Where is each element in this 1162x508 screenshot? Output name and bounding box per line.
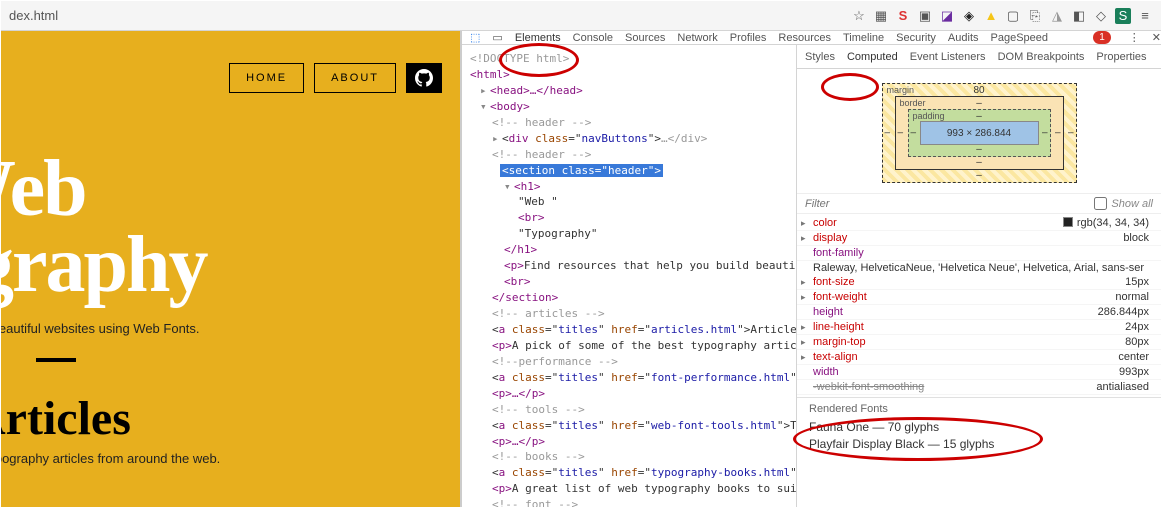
ext-icon[interactable]: ◮ <box>1049 8 1065 24</box>
margin-label: margin <box>887 85 915 95</box>
ext-icon[interactable]: ▣ <box>917 8 933 24</box>
tab-console[interactable]: Console <box>573 32 613 44</box>
star-icon[interactable]: ☆ <box>851 8 867 24</box>
tab-audits[interactable]: Audits <box>948 32 979 44</box>
hero-tagline: you build beautiful websites using Web F… <box>1 321 207 336</box>
devtools-tabbar: ⬚ ▭ Elements Console Sources Network Pro… <box>462 31 1161 45</box>
tab-sources[interactable]: Sources <box>625 32 665 44</box>
property-row[interactable]: font-family <box>797 246 1161 261</box>
ext-icon[interactable]: ▢ <box>1005 8 1021 24</box>
content-size: 993 × 286.844 <box>920 121 1039 145</box>
box-model[interactable]: margin 80 – – – border – – – <box>797 69 1161 193</box>
property-row[interactable]: ▸colorrgb(34, 34, 34) <box>797 216 1161 231</box>
side-panel: Styles Computed Event Listeners DOM Brea… <box>797 45 1161 508</box>
hero-title: Webography <box>1 151 207 303</box>
dom-line[interactable]: <!DOCTYPE html> <box>470 51 792 67</box>
section-title: Articles <box>1 391 131 446</box>
property-row[interactable]: width993px <box>797 365 1161 380</box>
extension-icons: ☆ ▦ S ▣ ◪ ◈ ▲ ▢ ⎘ ◮ ◧ ◇ S ≡ <box>851 8 1153 24</box>
ext-icon[interactable]: ◇ <box>1093 8 1109 24</box>
rendered-fonts-title: Rendered Fonts <box>809 403 1149 415</box>
property-row[interactable]: ▸font-weightnormal <box>797 290 1161 305</box>
rendered-font-line: Fauna One — 70 glyphs <box>809 420 1149 434</box>
section-sub: st typography articles from around the w… <box>1 451 220 466</box>
divider <box>36 358 76 362</box>
hero: Webography you build beautiful websites … <box>1 151 207 362</box>
property-row[interactable]: -webkit-font-smoothingantialiased <box>797 380 1161 395</box>
url-input[interactable] <box>9 8 851 23</box>
device-icon[interactable]: ▭ <box>492 31 502 44</box>
tab-timeline[interactable]: Timeline <box>843 32 884 44</box>
property-row[interactable]: ▸margin-top80px <box>797 335 1161 350</box>
filter-row: Show all <box>797 193 1161 214</box>
ext-icon-s[interactable]: S <box>895 8 911 24</box>
side-tabs: Styles Computed Event Listeners DOM Brea… <box>797 45 1161 69</box>
github-icon <box>415 69 433 87</box>
side-tab-event-listeners[interactable]: Event Listeners <box>910 51 986 63</box>
tab-network[interactable]: Network <box>677 32 717 44</box>
page-preview: HOME ABOUT Webography you build beautifu… <box>1 31 461 507</box>
omnibox: ☆ ▦ S ▣ ◪ ◈ ▲ ▢ ⎘ ◮ ◧ ◇ S ≡ <box>1 1 1161 31</box>
rendered-fonts: Rendered Fonts Fauna One — 70 glyphs Pla… <box>797 397 1161 466</box>
property-row[interactable]: ▸line-height24px <box>797 320 1161 335</box>
ext-icon[interactable]: ▦ <box>873 8 889 24</box>
margin-top: 80 <box>973 85 984 96</box>
property-row[interactable]: ▸displayblock <box>797 231 1161 246</box>
tab-security[interactable]: Security <box>896 32 936 44</box>
ext-icon[interactable]: ⎘ <box>1027 8 1043 24</box>
menu-icon[interactable]: ≡ <box>1137 8 1153 24</box>
dom-tree[interactable]: <!DOCTYPE html> <html> ▸<head>…</head> ▾… <box>462 45 797 508</box>
tab-pagespeed[interactable]: PageSpeed <box>991 32 1049 44</box>
property-continuation: Raleway, HelveticaNeue, 'Helvetica Neue'… <box>797 261 1161 275</box>
rendered-font-line: Playfair Display Black — 15 glyphs <box>809 437 1149 451</box>
about-button[interactable]: ABOUT <box>314 63 396 93</box>
ext-icon[interactable]: ◈ <box>961 8 977 24</box>
side-tab-dom-breakpoints[interactable]: DOM Breakpoints <box>998 51 1085 63</box>
devtools-menu-icon[interactable]: ⋮ <box>1129 31 1140 44</box>
error-badge[interactable]: 1 <box>1093 31 1111 44</box>
ext-icon[interactable]: ◪ <box>939 8 955 24</box>
side-tab-computed[interactable]: Computed <box>847 51 898 63</box>
show-all-label: Show all <box>1111 198 1153 210</box>
property-row[interactable]: ▸text-aligncenter <box>797 350 1161 365</box>
close-icon[interactable]: ✕ <box>1152 31 1161 44</box>
tab-elements[interactable]: Elements <box>515 32 561 44</box>
property-row[interactable]: ▸font-size15px <box>797 275 1161 290</box>
selected-node[interactable]: ▾<section class="header"> <box>470 163 792 179</box>
tab-resources[interactable]: Resources <box>778 32 831 44</box>
ext-icon-s2[interactable]: S <box>1115 8 1131 24</box>
home-button[interactable]: HOME <box>229 63 304 93</box>
side-tab-properties[interactable]: Properties <box>1096 51 1146 63</box>
filter-input[interactable] <box>805 198 905 210</box>
ext-icon-warn[interactable]: ▲ <box>983 8 999 24</box>
ext-icon[interactable]: ◧ <box>1071 8 1087 24</box>
computed-properties[interactable]: ▸colorrgb(34, 34, 34)▸displayblockfont-f… <box>797 214 1161 397</box>
side-tab-styles[interactable]: Styles <box>805 51 835 63</box>
tab-profiles[interactable]: Profiles <box>730 32 767 44</box>
nav-buttons: HOME ABOUT <box>229 63 442 93</box>
devtools: ⬚ ▭ Elements Console Sources Network Pro… <box>461 31 1161 507</box>
property-row[interactable]: height286.844px <box>797 305 1161 320</box>
inspect-icon[interactable]: ⬚ <box>470 31 480 44</box>
show-all-checkbox[interactable] <box>1094 197 1107 210</box>
github-button[interactable] <box>406 63 442 93</box>
